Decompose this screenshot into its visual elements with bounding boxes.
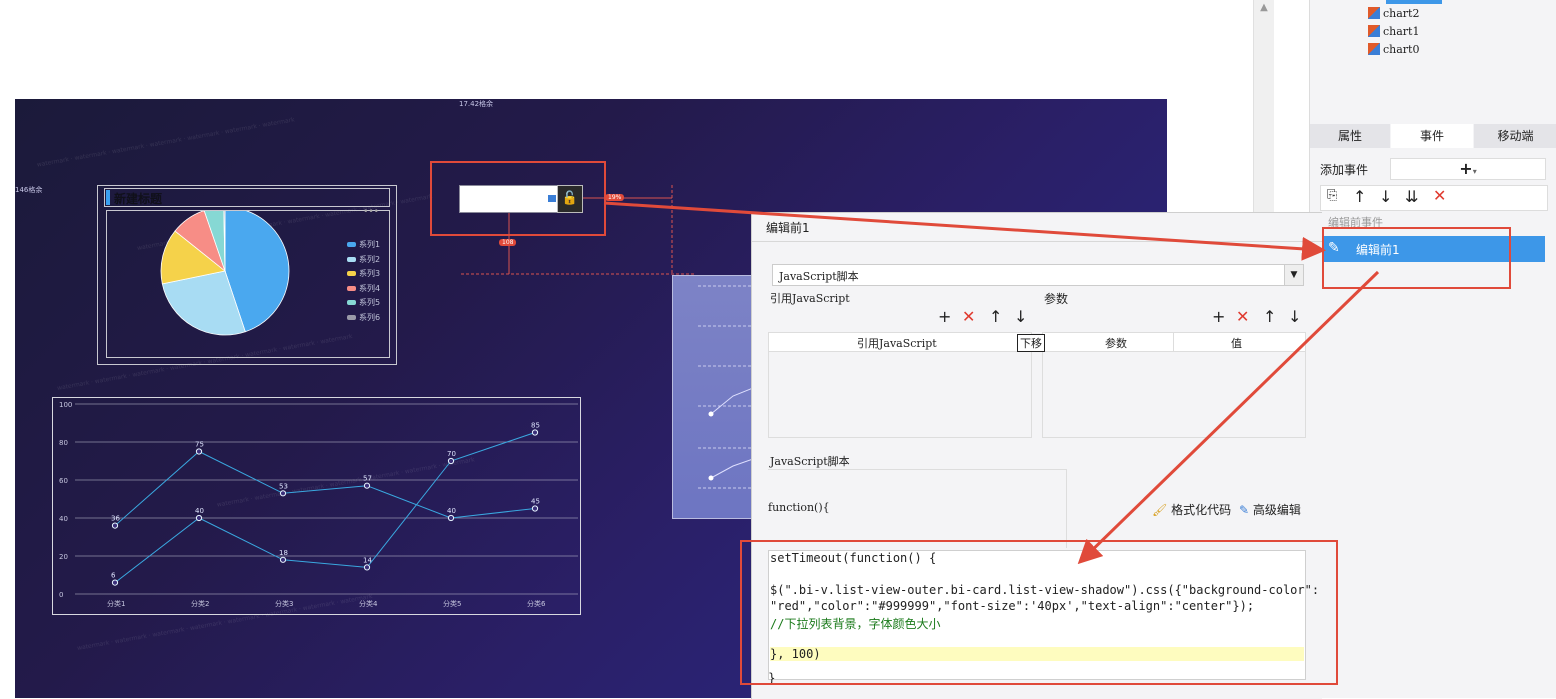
format-code-label: 格式化代码 xyxy=(1171,503,1232,517)
chart-icon xyxy=(1368,43,1380,55)
add-event-label: 添加事件 xyxy=(1320,163,1369,177)
arrow-up-icon[interactable]: ↑ xyxy=(1353,187,1366,206)
move-bottom-icon[interactable]: ⇊ xyxy=(1405,187,1418,206)
tree-item-label: chart0 xyxy=(1383,43,1420,56)
arrow-down-icon[interactable]: ↓ xyxy=(1379,187,1392,206)
delete-icon[interactable]: ✕ xyxy=(1433,186,1446,205)
ref-js-column-header: 引用JavaScript xyxy=(857,337,937,350)
params-table-header: 参数 值 xyxy=(1043,333,1305,352)
tab-events[interactable]: 事件 xyxy=(1391,124,1473,148)
chart-icon xyxy=(1368,25,1380,37)
advanced-edit-label: 高级编辑 xyxy=(1252,503,1301,517)
dropdown-icon[interactable] xyxy=(548,195,556,202)
tree-item-label: chart2 xyxy=(1383,7,1420,20)
ref-js-table-header: 引用JavaScript xyxy=(769,333,1031,352)
delete-param-icon[interactable]: ✕ xyxy=(1236,307,1249,326)
arrow-down-icon[interactable]: ↓ xyxy=(1288,307,1301,326)
params-label: 参数 xyxy=(1044,292,1069,306)
add-param-icon[interactable]: + xyxy=(1212,307,1225,326)
tree-item-chart0[interactable]: chart0 xyxy=(1368,43,1419,56)
arrow-down-icon[interactable]: ↓ xyxy=(1014,307,1027,326)
chevron-down-icon: ▾ xyxy=(1472,167,1477,176)
value-column-header: 值 xyxy=(1231,337,1242,350)
delete-ref-icon[interactable]: ✕ xyxy=(962,307,975,326)
chevron-down-icon[interactable]: ▼ xyxy=(1284,265,1303,285)
column-divider xyxy=(1173,333,1174,351)
script-label: JavaScript脚本 xyxy=(770,455,850,468)
event-toolbar: ⎘ ↑ ↓ ⇊ ✕ xyxy=(1320,185,1548,211)
brush-icon: 🖌 xyxy=(1152,503,1168,517)
param-column-header: 参数 xyxy=(1105,337,1127,350)
tab-properties[interactable]: 属性 xyxy=(1310,124,1390,148)
distance-badge-right: 19% xyxy=(605,194,625,201)
code-highlight-box xyxy=(740,540,1338,685)
scroll-up-icon[interactable]: ▲ xyxy=(1254,2,1274,13)
tree-item-label: chart1 xyxy=(1383,25,1420,38)
arrow-up-icon[interactable]: ↑ xyxy=(1263,307,1276,326)
add-event-label-plus: + xyxy=(1459,159,1473,178)
chart-icon xyxy=(1368,7,1380,19)
arrow-up-icon[interactable]: ↑ xyxy=(989,307,1002,326)
tree-item-chart1[interactable]: chart1 xyxy=(1368,25,1419,38)
distance-badge-down: 108 xyxy=(499,239,517,246)
tab-mobile[interactable]: 移动端 xyxy=(1474,124,1556,148)
right-panel: chart2 chart1 chart0 属性 事件 移动端 添加事件 +▾ ⎘… xyxy=(1309,0,1556,698)
add-ref-icon[interactable]: + xyxy=(938,307,951,326)
script-type-select[interactable]: JavaScript脚本 ▼ xyxy=(772,264,1304,286)
tree-item-chart2[interactable]: chart2 xyxy=(1368,7,1419,20)
script-type-value: JavaScript脚本 xyxy=(779,270,859,283)
event-highlight-box xyxy=(1322,227,1511,289)
add-event-button[interactable]: +▾ xyxy=(1390,158,1546,180)
dropdown-widget[interactable] xyxy=(459,185,559,213)
params-table[interactable]: 参数 值 xyxy=(1042,332,1306,438)
function-open: function(){ xyxy=(768,501,830,514)
ref-js-label: 引用JavaScript xyxy=(770,292,850,305)
lock-icon[interactable]: 🔓 xyxy=(557,185,583,213)
divider xyxy=(752,241,1322,242)
edit-icon: ✎ xyxy=(1239,503,1250,517)
selected-tree-marker xyxy=(1386,0,1442,4)
advanced-edit-button[interactable]: ✎ 高级编辑 xyxy=(1239,501,1301,518)
copy-icon[interactable]: ⎘ xyxy=(1327,188,1337,203)
tooltip-move-down: 下移 xyxy=(1017,334,1045,352)
format-code-button[interactable]: 🖌 格式化代码 xyxy=(1152,501,1231,518)
dialog-title: 编辑前1 xyxy=(766,221,810,235)
ref-js-table[interactable]: 引用JavaScript xyxy=(768,332,1032,438)
